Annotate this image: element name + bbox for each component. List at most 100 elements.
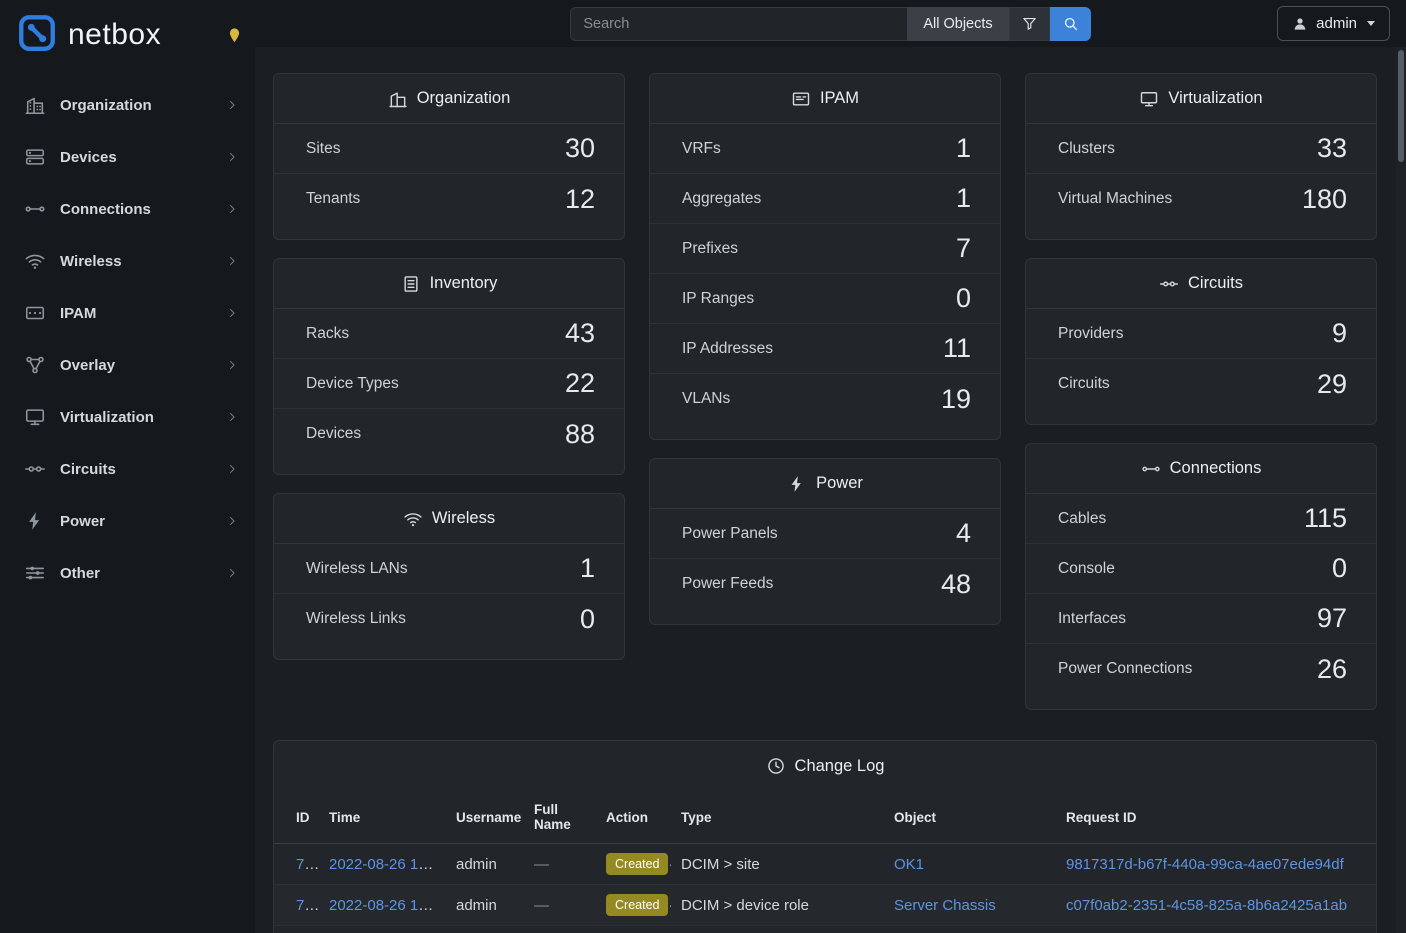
changelog-request-id-link[interactable]: c07f0ab2-2351-4c58-825a-8b6a2425a1ab bbox=[1066, 897, 1347, 914]
chevron-right-icon bbox=[225, 566, 239, 580]
wireless-card-header: Wireless bbox=[274, 494, 624, 544]
sidebar-item-devices[interactable]: Devices bbox=[0, 131, 255, 183]
stat-value[interactable]: 115 bbox=[1304, 503, 1347, 534]
card-title: Change Log bbox=[795, 757, 885, 776]
stat-value[interactable]: 88 bbox=[565, 419, 595, 450]
stat-row-providers: Providers 9 bbox=[1026, 309, 1376, 359]
connections-card: Connections Cables 115 Console 0 bbox=[1025, 443, 1377, 710]
stat-value[interactable]: 12 bbox=[565, 184, 595, 215]
stat-row-racks: Racks 43 bbox=[274, 309, 624, 359]
stat-value[interactable]: 0 bbox=[1332, 553, 1347, 584]
cable-icon bbox=[1141, 459, 1161, 479]
stat-value[interactable]: 11 bbox=[943, 333, 971, 364]
card-title: Connections bbox=[1170, 459, 1262, 478]
stat-row-ip-addresses: IP Addresses 11 bbox=[650, 324, 1000, 374]
building-icon bbox=[388, 89, 408, 109]
stat-row-power-feeds: Power Feeds 48 bbox=[650, 559, 1000, 609]
stat-row-wireless-lans: Wireless LANs 1 bbox=[274, 544, 624, 594]
changelog-id-link[interactable]: 755 bbox=[296, 856, 319, 873]
pin-sidebar-icon[interactable] bbox=[226, 27, 243, 44]
stat-label: VRFs bbox=[682, 140, 721, 158]
change-log-row: 755 2022-08-26 14:22 admin — Created DCI… bbox=[274, 844, 1376, 885]
changelog-object-link[interactable]: OK1 bbox=[894, 856, 924, 873]
history-clock-icon bbox=[766, 756, 786, 776]
changelog-username: admin bbox=[456, 856, 497, 873]
user-label: admin bbox=[1316, 15, 1357, 32]
chevron-right-icon bbox=[225, 98, 239, 112]
column-header-type: Type bbox=[671, 791, 884, 844]
changelog-full-name: — bbox=[534, 897, 549, 914]
stat-value[interactable]: 43 bbox=[565, 318, 595, 349]
tune-icon bbox=[24, 562, 46, 584]
sidebar: netbox Organization Devices bbox=[0, 0, 255, 933]
sidebar-item-power[interactable]: Power bbox=[0, 495, 255, 547]
object-type-dropdown[interactable]: All Objects bbox=[907, 7, 1008, 41]
transit-icon bbox=[24, 458, 46, 480]
changelog-username: admin bbox=[456, 897, 497, 914]
column-header-time: Time bbox=[319, 791, 446, 844]
change-log-row: 754 2022-08-26 14:17 admin — Created DCI… bbox=[274, 885, 1376, 926]
sidebar-item-other[interactable]: Other bbox=[0, 547, 255, 599]
stat-label: Sites bbox=[306, 140, 340, 158]
changelog-time-link[interactable]: 2022-08-26 14:17 bbox=[329, 897, 446, 914]
stat-value[interactable]: 30 bbox=[565, 133, 595, 164]
stat-value[interactable]: 180 bbox=[1302, 184, 1347, 215]
changelog-request-id-link[interactable]: 9817317d-b67f-440a-99ca-4ae07ede94df bbox=[1066, 856, 1344, 873]
user-menu-button[interactable]: admin bbox=[1277, 6, 1390, 41]
caret-down-icon bbox=[1367, 21, 1375, 26]
changelog-time-link[interactable]: 2022-08-26 14:22 bbox=[329, 856, 446, 873]
sidebar-item-ipam[interactable]: IPAM bbox=[0, 287, 255, 339]
card-title: IPAM bbox=[820, 89, 859, 108]
stat-value[interactable]: 1 bbox=[956, 133, 971, 164]
chevron-right-icon bbox=[225, 202, 239, 216]
sidebar-item-virtualization[interactable]: Virtualization bbox=[0, 391, 255, 443]
monitor-icon bbox=[1139, 89, 1159, 109]
sidebar-item-connections[interactable]: Connections bbox=[0, 183, 255, 235]
sidebar-item-overlay[interactable]: Overlay bbox=[0, 339, 255, 391]
ipam-card: IPAM VRFs 1 Aggregates 1 bbox=[649, 73, 1001, 440]
netbox-logo[interactable]: netbox bbox=[0, 0, 255, 70]
power-card-header: Power bbox=[650, 459, 1000, 509]
stat-label: Power Connections bbox=[1058, 660, 1192, 678]
inventory-list-icon bbox=[401, 274, 421, 294]
scrollbar-thumb[interactable] bbox=[1398, 50, 1404, 162]
sidebar-item-wireless[interactable]: Wireless bbox=[0, 235, 255, 287]
filter-button[interactable] bbox=[1009, 7, 1050, 41]
stat-value[interactable]: 26 bbox=[1317, 654, 1347, 685]
sidebar-item-label: Connections bbox=[60, 201, 151, 218]
stat-label: Clusters bbox=[1058, 140, 1115, 158]
stat-label: Console bbox=[1058, 560, 1115, 578]
stat-label: Interfaces bbox=[1058, 610, 1126, 628]
stat-value[interactable]: 19 bbox=[941, 384, 971, 415]
stat-value[interactable]: 1 bbox=[956, 183, 971, 214]
stat-value[interactable]: 33 bbox=[1317, 133, 1347, 164]
changelog-type: DCIM > site bbox=[681, 856, 760, 873]
stat-value[interactable]: 97 bbox=[1317, 603, 1347, 634]
column-header-object: Object bbox=[884, 791, 1056, 844]
chevron-right-icon bbox=[225, 150, 239, 164]
stat-value[interactable]: 22 bbox=[565, 368, 595, 399]
stat-row-console: Console 0 bbox=[1026, 544, 1376, 594]
stat-value[interactable]: 0 bbox=[956, 283, 971, 314]
column-header-username: Username bbox=[446, 791, 524, 844]
stat-label: Power Feeds bbox=[682, 575, 773, 593]
scrollbar-track[interactable] bbox=[1396, 47, 1406, 933]
stat-value[interactable]: 29 bbox=[1317, 369, 1347, 400]
stat-value[interactable]: 1 bbox=[580, 553, 595, 584]
search-submit-button[interactable] bbox=[1050, 7, 1091, 41]
changelog-id-link[interactable]: 754 bbox=[296, 897, 319, 914]
change-log-table: ID Time Username Full Name Action Type O… bbox=[274, 791, 1376, 933]
sidebar-item-organization[interactable]: Organization bbox=[0, 79, 255, 131]
stat-value[interactable]: 7 bbox=[956, 233, 971, 264]
stat-row-circuits: Circuits 29 bbox=[1026, 359, 1376, 409]
stat-value[interactable]: 0 bbox=[580, 604, 595, 635]
stat-row-devices: Devices 88 bbox=[274, 409, 624, 459]
stat-value[interactable]: 9 bbox=[1332, 318, 1347, 349]
sidebar-item-circuits[interactable]: Circuits bbox=[0, 443, 255, 495]
stat-value[interactable]: 4 bbox=[956, 518, 971, 549]
changelog-object-link[interactable]: Server Chassis bbox=[894, 897, 996, 914]
stat-value[interactable]: 48 bbox=[941, 569, 971, 600]
stat-label: IP Addresses bbox=[682, 340, 773, 358]
search-input[interactable] bbox=[570, 7, 907, 41]
netbox-app: netbox Organization Devices bbox=[0, 0, 1406, 933]
